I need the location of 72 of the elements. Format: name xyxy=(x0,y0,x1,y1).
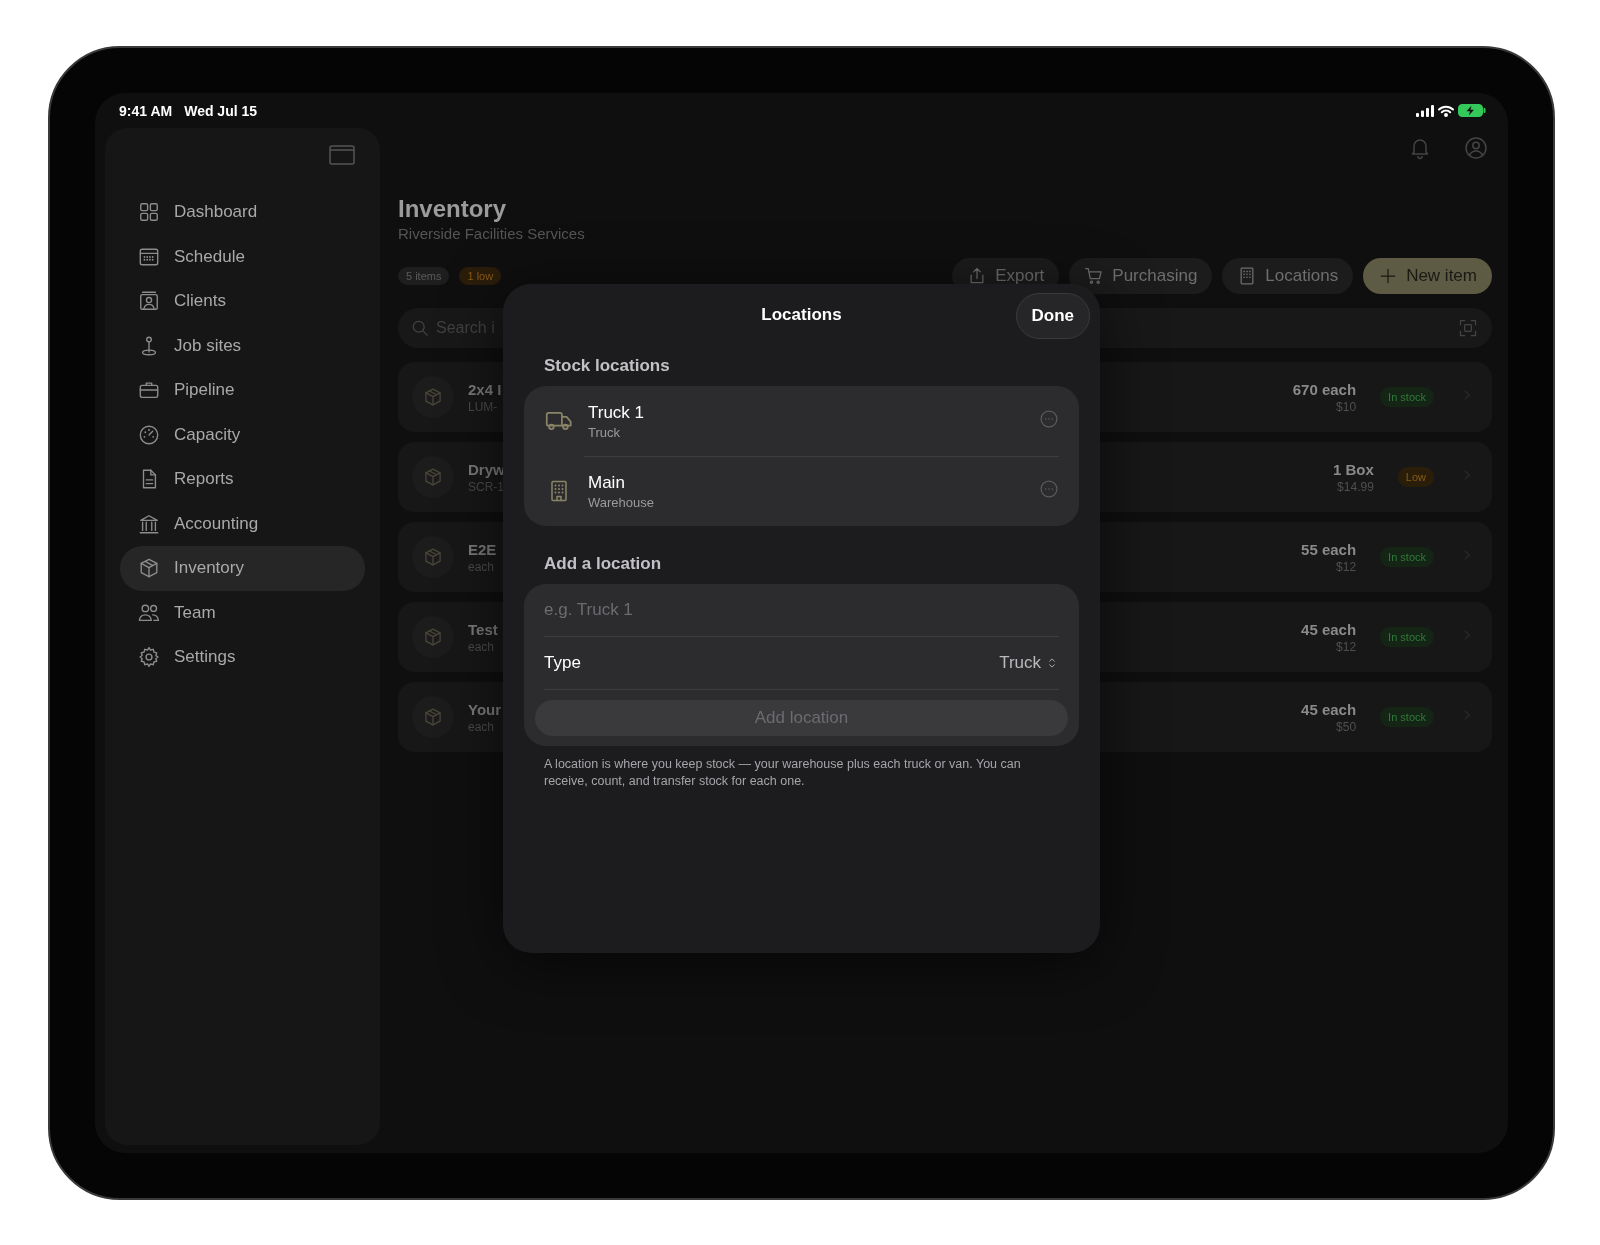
stock-status-badge: In stock xyxy=(1380,627,1434,647)
item-price: $14.99 xyxy=(1337,479,1374,494)
location-type: Warehouse xyxy=(588,494,654,510)
item-name: Dryw xyxy=(468,460,505,478)
section-header: Add a location xyxy=(543,553,663,575)
location-type: Truck xyxy=(588,424,622,440)
more-icon xyxy=(1039,409,1059,429)
count-badge: 5 items xyxy=(398,267,450,285)
sidebar-item[interactable]: Capacity xyxy=(120,412,365,457)
sidebar-item[interactable]: Inventory xyxy=(120,546,365,591)
sheet-title: Locations xyxy=(761,305,842,325)
bank-icon xyxy=(138,512,160,535)
box-icon xyxy=(423,707,443,727)
done-button[interactable]: Done xyxy=(1015,293,1090,339)
item-name: E2E xyxy=(468,540,497,558)
sidebar-item[interactable]: Dashboard xyxy=(120,190,365,235)
search-icon xyxy=(410,318,430,338)
page-title: Inventory xyxy=(398,194,508,224)
item-quantity: 45 each xyxy=(1301,700,1357,718)
gauge-icon xyxy=(138,423,160,446)
stock-status-badge: Low xyxy=(1397,467,1434,487)
sidebar-item[interactable]: Accounting xyxy=(120,501,365,546)
item-name: 2x4 I xyxy=(468,380,502,398)
box-icon xyxy=(423,387,443,407)
item-quantity: 55 each xyxy=(1301,540,1357,558)
location-name: Main xyxy=(588,472,626,493)
gear-icon xyxy=(138,646,160,669)
type-label: Type xyxy=(544,653,581,673)
sidebar-item[interactable]: Job sites xyxy=(120,323,365,368)
count-badge: 1 low xyxy=(459,267,502,285)
section-header: Stock locations xyxy=(543,355,671,377)
location-row[interactable]: Main Warehouse xyxy=(524,456,1079,526)
item-quantity: 670 each xyxy=(1292,380,1357,398)
type-picker[interactable]: Truck xyxy=(999,653,1059,673)
battery-icon xyxy=(1458,104,1486,117)
footnote: A location is where you keep stock — your warehouse plus each truck or van. You can receive, count, and transfer stock for each one. xyxy=(543,756,1022,790)
status-date: Wed Jul 15 xyxy=(184,102,258,119)
sidebar-item[interactable]: Clients xyxy=(120,279,365,324)
scan-icon xyxy=(1458,318,1478,338)
status-time: 9:41 AM xyxy=(119,102,173,119)
box-icon xyxy=(423,627,443,647)
wifi-icon xyxy=(1438,104,1454,117)
item-price: $12 xyxy=(1336,559,1357,574)
contact-card-icon xyxy=(138,290,160,313)
item-price: $12 xyxy=(1336,639,1357,654)
location-name-field[interactable]: e.g. Truck 1 xyxy=(544,600,1059,620)
sidebar-toggle-icon[interactable] xyxy=(329,145,355,165)
stock-status-badge: In stock xyxy=(1380,707,1434,727)
cart-icon xyxy=(1084,266,1105,286)
location-name: Truck 1 xyxy=(588,402,645,423)
item-quantity: 45 each xyxy=(1301,620,1357,638)
item-name: Test xyxy=(468,620,498,638)
location-row[interactable]: Truck 1 Truck xyxy=(524,386,1079,456)
sidebar-item[interactable]: Reports xyxy=(120,457,365,502)
stock-status-badge: In stock xyxy=(1380,547,1434,567)
sidebar-item[interactable]: Schedule xyxy=(120,234,365,279)
item-price: $10 xyxy=(1336,399,1357,414)
sidebar-item[interactable]: Pipeline xyxy=(120,368,365,413)
grid-icon xyxy=(138,201,160,224)
box-icon xyxy=(423,547,443,567)
sidebar-item[interactable]: Team xyxy=(120,590,365,635)
item-name: Your xyxy=(468,700,502,718)
profile-icon xyxy=(1464,136,1488,160)
item-price: $50 xyxy=(1336,719,1357,734)
sidebar-item[interactable]: Settings xyxy=(120,635,365,680)
item-quantity: 1 Box xyxy=(1332,460,1374,478)
signal-icon xyxy=(1416,104,1434,117)
page-subtitle: Riverside Facilities Services xyxy=(398,224,586,244)
box-icon xyxy=(138,557,160,580)
box-icon xyxy=(423,467,443,487)
more-icon xyxy=(1039,479,1059,499)
stock-status-badge: In stock xyxy=(1380,387,1434,407)
